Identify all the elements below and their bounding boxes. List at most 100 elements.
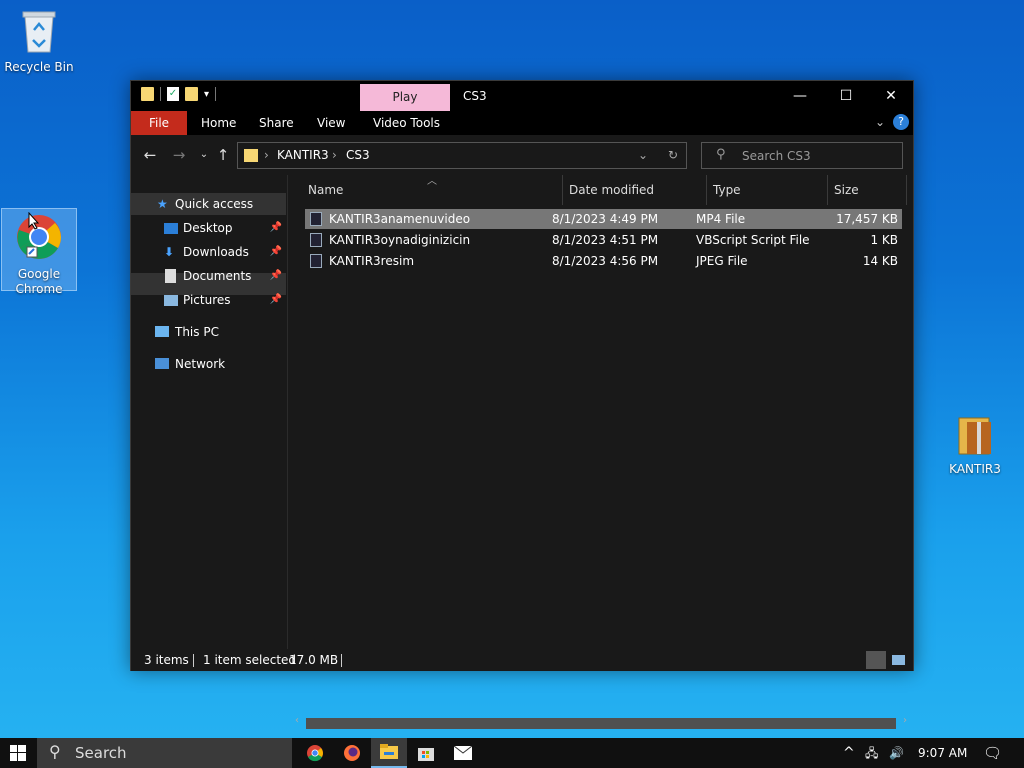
start-button[interactable] xyxy=(0,738,37,768)
desktop-icon-recycle-bin[interactable]: Recycle Bin xyxy=(1,8,77,75)
help-icon[interactable]: ? xyxy=(893,114,909,130)
desktop-icon-label: KANTIR3 xyxy=(949,462,1001,476)
nav-this-pc[interactable]: This PC xyxy=(131,321,286,343)
title-bar: ✓ ▾ Play CS3 — ☐ ✕ xyxy=(131,81,913,111)
nav-network[interactable]: Network xyxy=(131,353,286,375)
volume-icon[interactable]: 🔊 xyxy=(889,738,904,768)
file-type: MP4 File xyxy=(696,212,746,226)
file-row[interactable]: KANTIR3oynadiginizicin 8/1/2023 4:51 PM … xyxy=(305,230,902,250)
tab-file[interactable]: File xyxy=(131,111,187,135)
new-folder-icon[interactable] xyxy=(185,87,198,101)
expand-ribbon-icon[interactable]: ⌄ xyxy=(875,115,885,129)
file-type: VBScript Script File xyxy=(696,233,810,247)
nav-label: Documents xyxy=(183,269,252,283)
nav-documents[interactable]: Documents 📌 xyxy=(131,265,286,287)
search-box[interactable]: ⚲ Search CS3 xyxy=(701,142,903,169)
taskbar-store[interactable] xyxy=(408,738,444,768)
file-date: 8/1/2023 4:56 PM xyxy=(552,254,659,268)
refresh-icon[interactable]: ↻ xyxy=(668,148,678,162)
file-name: KANTIR3resim xyxy=(329,254,415,268)
minimize-button[interactable]: — xyxy=(777,81,823,111)
column-header-name[interactable]: Name xyxy=(308,175,343,205)
nav-pictures[interactable]: Pictures 📌 xyxy=(131,289,286,311)
play-context-tab[interactable]: Play xyxy=(360,84,450,111)
quick-access-toolbar: ✓ ▾ xyxy=(141,87,217,101)
file-name: KANTIR3anamenuvideo xyxy=(329,212,471,226)
taskbar-search[interactable]: ⚲ Search xyxy=(37,738,292,768)
file-size: 14 KB xyxy=(862,254,898,268)
folder-icon xyxy=(141,87,154,101)
computer-icon xyxy=(155,326,169,337)
show-hidden-icons-icon[interactable]: ^ xyxy=(843,738,855,768)
column-header-date[interactable]: Date modified xyxy=(569,175,654,205)
sort-arrow-icon: ︿ xyxy=(427,176,437,187)
large-icons-view-button[interactable] xyxy=(889,651,909,669)
file-explorer-window: ✓ ▾ Play CS3 — ☐ ✕ File Home Share View … xyxy=(130,80,914,729)
nav-label: Quick access xyxy=(175,197,254,211)
nav-downloads[interactable]: ⬇ Downloads 📌 xyxy=(131,241,286,263)
taskbar-search-placeholder: Search xyxy=(75,744,127,762)
address-dropdown-icon[interactable]: ⌄ xyxy=(638,148,648,162)
folder-icon xyxy=(244,149,258,162)
taskbar-firefox[interactable] xyxy=(334,738,370,768)
nav-label: This PC xyxy=(175,325,219,339)
file-list: ︿ Name Date modified Type Size KANTIR3an… xyxy=(289,175,913,729)
status-size: 17.0 MB xyxy=(289,653,339,667)
nav-desktop[interactable]: Desktop 📌 xyxy=(131,217,286,239)
horizontal-scrollbar[interactable]: ‹ › xyxy=(289,715,913,731)
back-button[interactable]: ← xyxy=(139,144,161,166)
nav-label: Desktop xyxy=(183,221,233,235)
tab-share[interactable]: Share xyxy=(250,111,303,135)
breadcrumb-kantir3[interactable]: KANTIR3 xyxy=(277,148,329,162)
pin-icon: 📌 xyxy=(269,222,282,233)
tab-video-tools[interactable]: Video Tools xyxy=(364,111,449,135)
address-row: ← → ⌄ ↑ › KANTIR3 › CS3 ⌄ ↻ ⚲ Search CS3 xyxy=(131,135,913,175)
network-status-icon[interactable]: 🖧 xyxy=(865,738,878,768)
breadcrumb-cs3[interactable]: CS3 xyxy=(346,148,370,162)
scroll-right-icon[interactable]: › xyxy=(903,715,907,726)
network-icon xyxy=(155,358,169,369)
status-bar: 3 items 1 item selected 17.0 MB xyxy=(131,649,913,671)
windows-logo-icon xyxy=(10,745,26,761)
scroll-left-icon[interactable]: ‹ xyxy=(295,715,299,726)
search-icon: ⚲ xyxy=(716,147,726,162)
tab-home[interactable]: Home xyxy=(192,111,245,135)
status-item-count: 3 items xyxy=(144,653,189,667)
scroll-thumb[interactable] xyxy=(306,718,896,729)
forward-button[interactable]: → xyxy=(168,144,190,166)
properties-icon[interactable]: ✓ xyxy=(167,87,179,101)
desktop-icon xyxy=(164,223,178,234)
details-view-button[interactable] xyxy=(866,651,886,669)
customize-toolbar-icon[interactable]: ▾ xyxy=(204,89,209,100)
taskbar: ⚲ Search ^ 🖧 🔊 9:07 AM 🗨 xyxy=(0,738,1024,768)
close-button[interactable]: ✕ xyxy=(868,81,914,111)
pictures-icon xyxy=(164,295,178,306)
folder-archive-icon xyxy=(958,417,991,455)
nav-quick-access[interactable]: ★ Quick access xyxy=(131,193,286,215)
taskbar-mail[interactable] xyxy=(445,738,481,768)
mouse-cursor-icon xyxy=(28,212,40,230)
pin-icon: 📌 xyxy=(269,294,282,305)
file-explorer-icon xyxy=(380,744,398,759)
up-button[interactable]: ↑ xyxy=(212,144,234,166)
taskbar-file-explorer[interactable] xyxy=(371,738,407,768)
desktop-icon-kantir3[interactable]: KANTIR3 xyxy=(937,414,1013,477)
search-placeholder: Search CS3 xyxy=(742,149,811,163)
file-date: 8/1/2023 4:49 PM xyxy=(552,212,659,226)
clock[interactable]: 9:07 AM xyxy=(918,738,967,768)
notifications-icon[interactable]: 🗨 xyxy=(983,738,1002,768)
desktop-icon-label: Recycle Bin xyxy=(4,60,74,74)
file-row[interactable]: KANTIR3anamenuvideo 8/1/2023 4:49 PM MP4… xyxy=(305,209,902,229)
column-header-size[interactable]: Size xyxy=(834,175,859,205)
desktop-icon-label: Google Chrome xyxy=(15,267,63,296)
ribbon-tabs: File Home Share View Video Tools ⌄ ? xyxy=(131,111,913,135)
tab-view[interactable]: View xyxy=(308,111,354,135)
address-bar[interactable]: › KANTIR3 › CS3 ⌄ ↻ xyxy=(237,142,687,169)
script-file-icon xyxy=(310,233,322,247)
file-name: KANTIR3oynadiginizicin xyxy=(329,233,471,247)
maximize-button[interactable]: ☐ xyxy=(823,81,869,111)
column-header-type[interactable]: Type xyxy=(713,175,741,205)
file-row[interactable]: KANTIR3resim 8/1/2023 4:56 PM JPEG File … xyxy=(305,251,902,271)
file-type: JPEG File xyxy=(696,254,748,268)
taskbar-chrome[interactable] xyxy=(297,738,333,768)
